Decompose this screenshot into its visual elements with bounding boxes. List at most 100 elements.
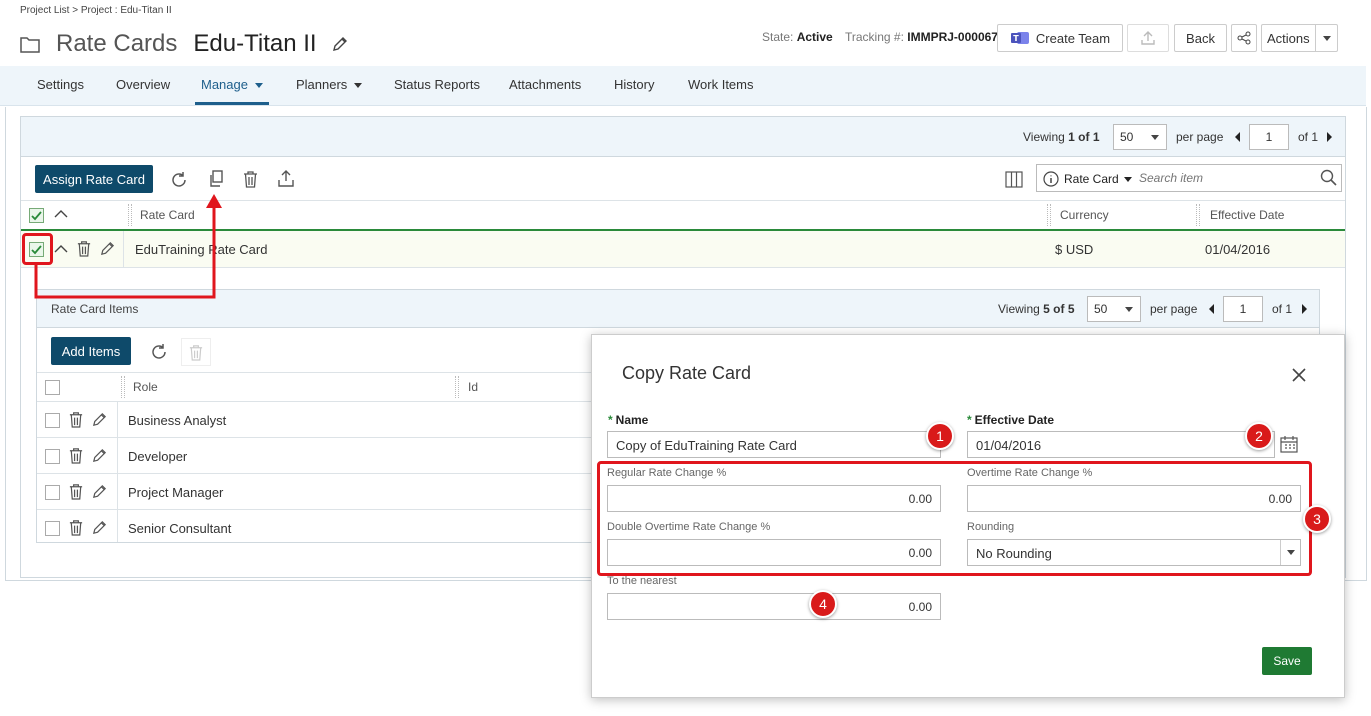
prev-page-icon[interactable] [1235,132,1240,142]
divider [117,510,118,542]
viewing-label: Viewing [998,302,1040,316]
items-per-page-select[interactable]: 50 [1087,296,1141,322]
callout-3: 3 [1303,505,1331,533]
divider [117,474,118,510]
delete-items-icon[interactable] [181,338,211,366]
chevron-down-icon [1151,135,1159,140]
chevron-down-icon [1315,25,1337,51]
chevron-down-icon [1123,177,1132,183]
edit-item-icon[interactable] [91,483,108,500]
back-button[interactable]: Back [1174,24,1227,52]
delete-item-icon[interactable] [68,411,84,428]
column-resize-handle[interactable] [121,376,125,398]
callout-4: 4 [809,590,837,618]
header-effective-date[interactable]: Effective Date [1210,208,1284,222]
create-team-label: Create Team [1035,30,1111,46]
tab-planners[interactable]: Planners [296,77,363,105]
state-info: State: Active [762,30,833,44]
viewing-count: 1 of 1 [1068,130,1100,144]
chevron-down-icon [1125,307,1133,312]
edit-item-icon[interactable] [91,411,108,428]
dialog-title: Copy Rate Card [622,363,752,383]
share-button[interactable] [1231,24,1257,52]
divider [117,402,118,438]
tab-status-reports[interactable]: Status Reports [394,77,480,105]
tracking-value: IMMPRJ-000067 [907,30,998,44]
edit-item-icon[interactable] [91,447,108,464]
role-name: Developer [128,449,188,464]
export-icon[interactable] [277,169,295,188]
item-checkbox[interactable] [45,449,60,464]
save-button[interactable]: Save [1262,647,1312,675]
columns-icon[interactable] [1005,171,1023,188]
back-label: Back [1186,30,1215,46]
role-name: Senior Consultant [128,521,232,536]
per-page-value: 50 [1120,130,1134,144]
refresh-items-icon[interactable] [149,343,169,361]
header-id[interactable]: Id [468,380,478,394]
delete-item-icon[interactable] [68,519,84,536]
edit-title-icon[interactable] [331,35,349,53]
tab-label: Attachments [509,77,582,92]
nearest-label: To the nearest [607,575,677,587]
next-page-icon[interactable] [1302,304,1307,314]
role-name: Business Analyst [128,413,227,428]
items-page-input[interactable]: 1 [1223,296,1263,322]
create-team-button[interactable]: T Create Team [997,24,1123,52]
column-resize-handle[interactable] [455,376,459,398]
calendar-icon[interactable] [1280,435,1298,453]
nearest-input[interactable]: 0.00 [607,593,941,620]
delete-item-icon[interactable] [68,447,84,464]
name-input[interactable]: Copy of EduTraining Rate Card [607,431,941,458]
prev-page-icon[interactable] [1209,304,1214,314]
items-page-of-label: of 1 [1272,302,1293,316]
tab-label: History [614,77,655,92]
share-export-button[interactable] [1127,24,1169,52]
highlight-rate-fields [597,461,1312,576]
column-resize-handle[interactable] [1196,204,1200,226]
item-checkbox[interactable] [45,413,60,428]
tab-attachments[interactable]: Attachments [509,77,581,105]
name-label-text: Name [615,413,649,427]
viewing-label: Viewing [1023,130,1065,144]
per-page-select[interactable]: 50 [1113,124,1167,150]
items-select-all-checkbox[interactable] [45,380,60,395]
add-items-button[interactable]: Add Items [51,337,131,365]
items-viewing-info: Viewing 5 of 5 [998,302,1075,316]
effective-date-input[interactable]: 01/04/2016 [967,431,1275,458]
column-resize-handle[interactable] [1047,204,1051,226]
callout-2: 2 [1245,422,1273,450]
chevron-down-icon [354,83,363,89]
search-field-select[interactable]: Rate Card [1064,172,1132,186]
list-item[interactable]: Developer [37,438,597,474]
delete-item-icon[interactable] [68,483,84,500]
header-role[interactable]: Role [133,380,158,394]
close-icon[interactable] [1292,368,1306,382]
state-label: State: [762,30,794,44]
list-item[interactable]: Senior Consultant [37,510,597,542]
list-item[interactable]: Business Analyst [37,402,597,438]
search-input[interactable] [1139,169,1309,187]
search-icon[interactable] [1320,169,1338,187]
item-checkbox[interactable] [45,521,60,536]
actions-button[interactable]: Actions [1261,24,1338,52]
state-value: Active [796,30,833,44]
search-bar: Rate Card [1036,164,1342,192]
search-field-label: Rate Card [1064,172,1119,186]
tab-label: Status Reports [394,77,480,92]
items-per-page-label: per page [1150,302,1198,316]
header-currency[interactable]: Currency [1060,208,1109,222]
item-checkbox[interactable] [45,485,60,500]
next-page-icon[interactable] [1327,132,1332,142]
currency-value: $ USD [1055,242,1094,257]
upload-icon [1140,30,1156,46]
list-item[interactable]: Project Manager [37,474,597,510]
tab-work-items[interactable]: Work Items [688,77,754,105]
tab-history[interactable]: History [614,77,654,105]
effective-date-label: * Effective Date [967,413,1055,427]
tracking-info: Tracking #: IMMPRJ-000067 [845,30,998,44]
effective-date-label-text: Effective Date [974,413,1055,427]
per-page-value: 50 [1094,302,1108,316]
page-input[interactable]: 1 [1249,124,1289,150]
edit-item-icon[interactable] [91,519,108,536]
